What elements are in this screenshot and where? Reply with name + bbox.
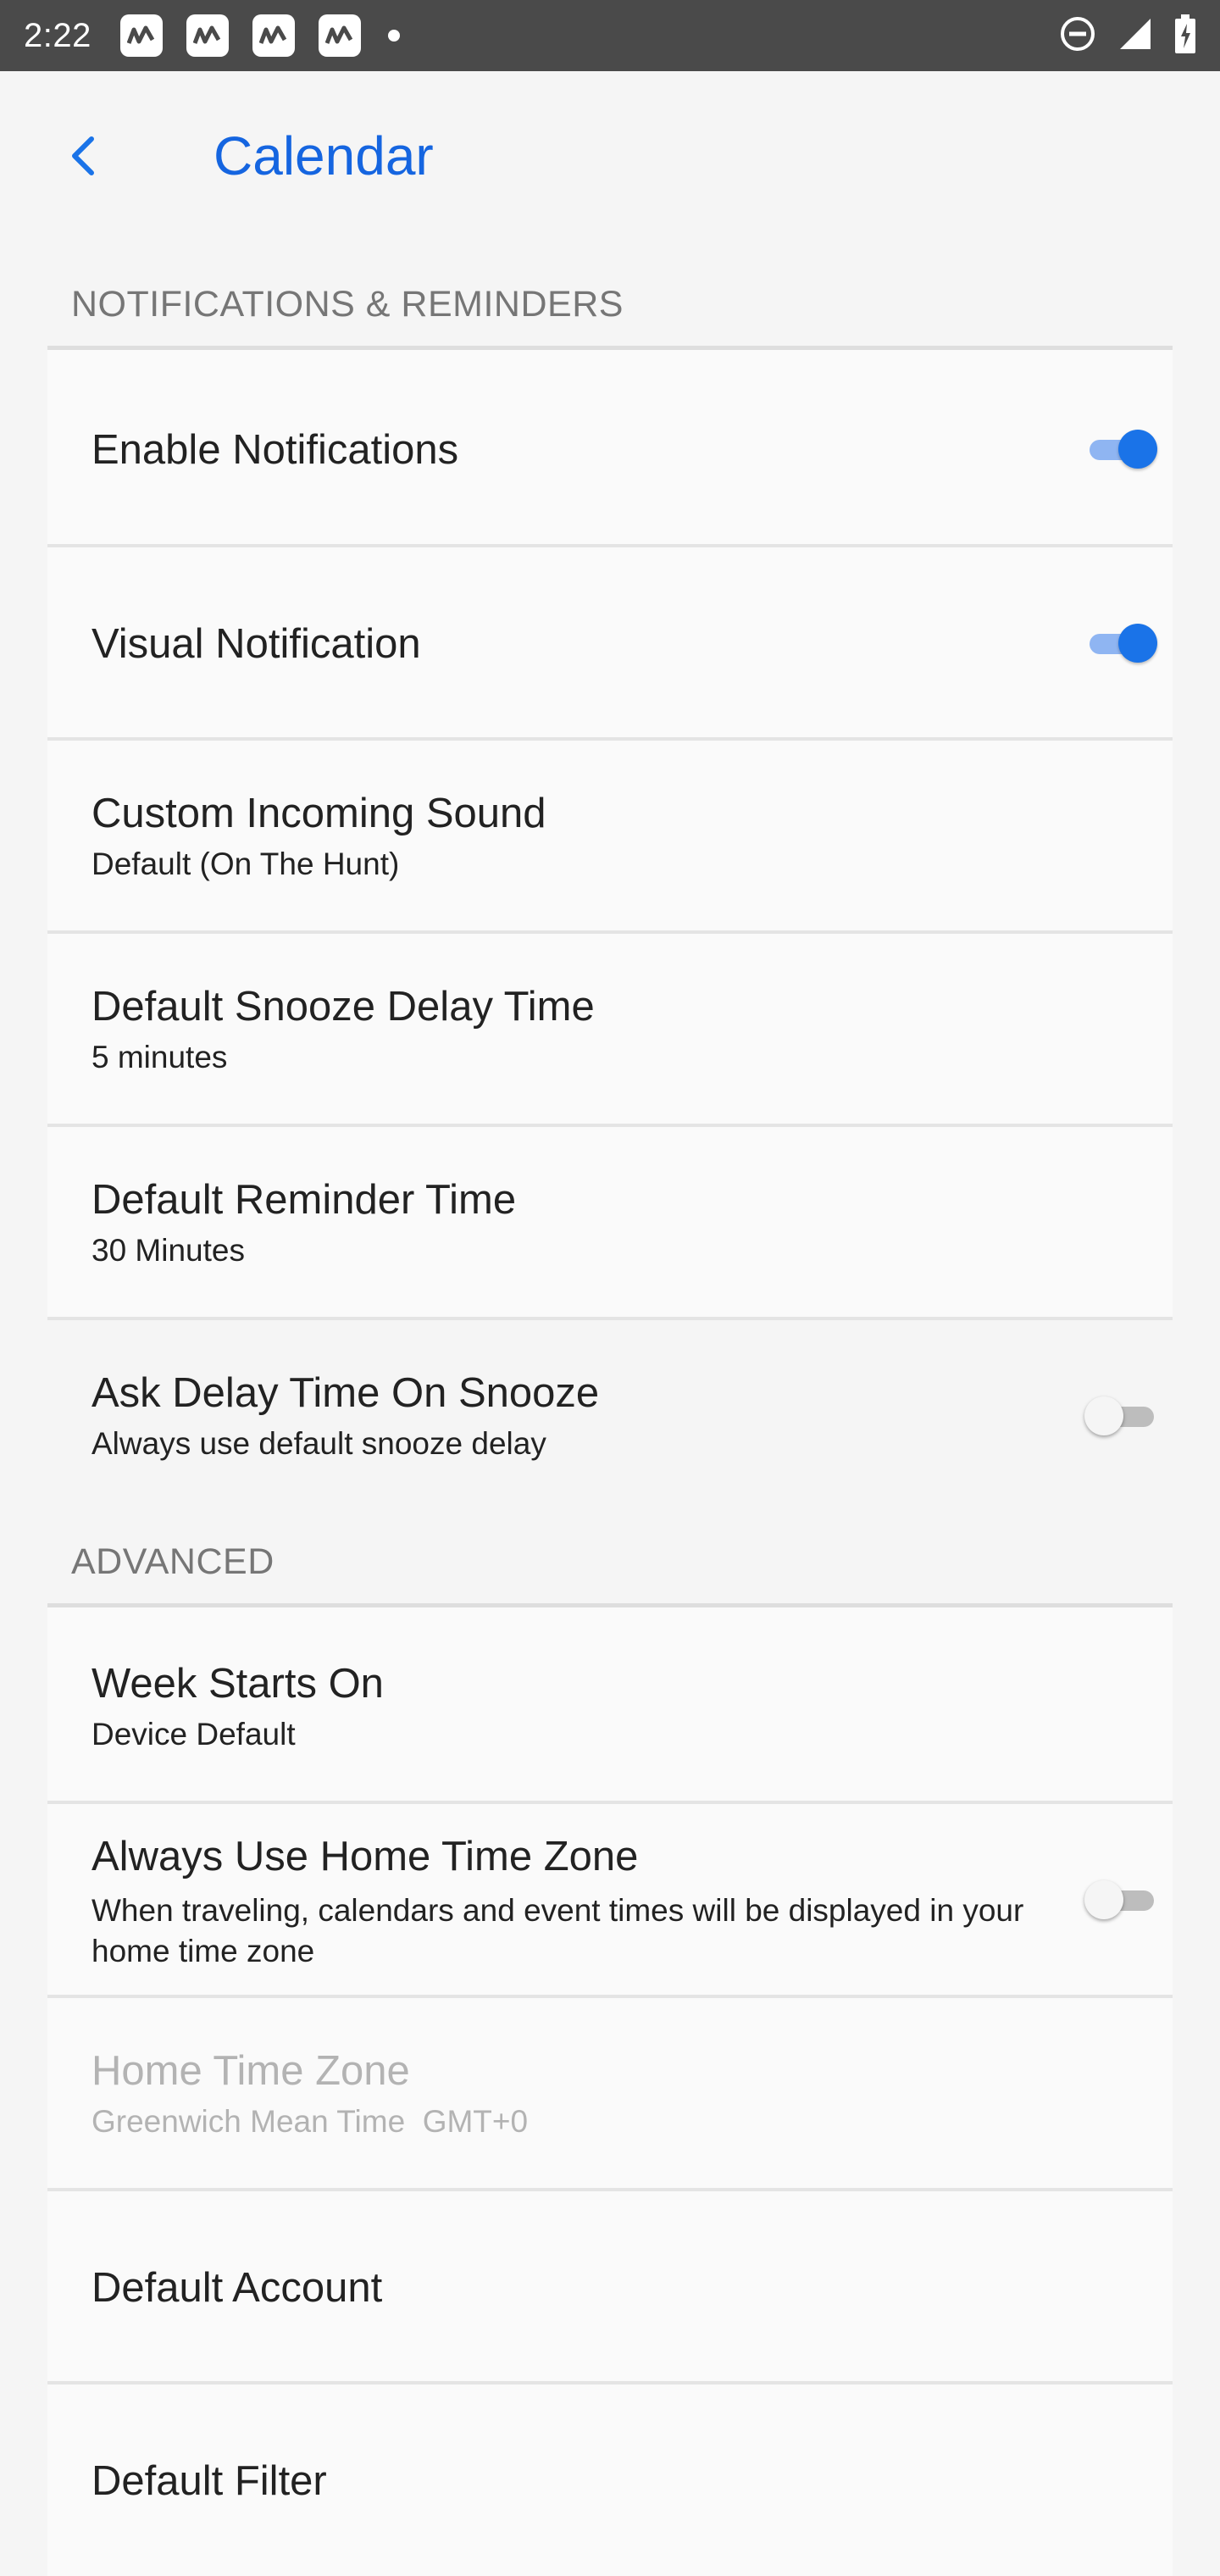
- back-arrow-icon: [72, 136, 94, 175]
- system-icons: [1059, 14, 1196, 58]
- app-bar: Calendar: [0, 71, 1220, 237]
- signal-icon: [1118, 17, 1152, 55]
- setting-label: Custom Incoming Sound: [92, 791, 546, 836]
- status-bar: 2:22: [0, 0, 1220, 71]
- setting-home-time-zone: Home Time Zone Greenwich Mean Time GMT+0: [47, 1998, 1173, 2191]
- setting-summary: 5 minutes: [92, 1040, 228, 1074]
- setting-summary: 30 Minutes: [92, 1233, 245, 1268]
- status-time: 2:22: [24, 17, 92, 54]
- setting-label: Home Time Zone: [92, 2048, 410, 2094]
- notification-icons: [120, 14, 400, 57]
- battery-icon: [1174, 14, 1196, 58]
- back-button[interactable]: [49, 120, 120, 192]
- setting-enable-notifications[interactable]: Enable Notifications: [47, 350, 1173, 547]
- section-header-notifications: NOTIFICATIONS & REMINDERS: [71, 284, 624, 325]
- setting-visual-notification[interactable]: Visual Notification: [47, 547, 1173, 741]
- more-notifications-dot-icon: [388, 30, 400, 42]
- app-notification-icon: [319, 14, 361, 57]
- ask-delay-on-snooze-switch[interactable]: [1084, 1395, 1157, 1437]
- setting-ask-delay-on-snooze[interactable]: Ask Delay Time On Snooze Always use defa…: [47, 1320, 1173, 1503]
- app-notification-icon: [120, 14, 163, 57]
- setting-label: Enable Notifications: [92, 427, 459, 473]
- setting-label: Default Filter: [92, 2458, 327, 2504]
- setting-label: Visual Notification: [92, 621, 421, 667]
- setting-summary: Device Default: [92, 1717, 296, 1752]
- setting-summary: Greenwich Mean Time GMT+0: [92, 2104, 529, 2139]
- setting-default-filter[interactable]: Default Filter: [47, 2384, 1173, 2576]
- section-header-advanced: ADVANCED: [71, 1541, 274, 1582]
- setting-default-reminder-time[interactable]: Default Reminder Time 30 Minutes: [47, 1127, 1173, 1320]
- setting-week-starts-on[interactable]: Week Starts On Device Default: [47, 1607, 1173, 1804]
- setting-custom-incoming-sound[interactable]: Custom Incoming Sound Default (On The Hu…: [47, 741, 1173, 934]
- page-title: Calendar: [214, 125, 434, 186]
- visual-notification-switch[interactable]: [1084, 622, 1157, 664]
- always-use-home-time-zone-switch[interactable]: [1084, 1879, 1157, 1921]
- setting-default-snooze-delay[interactable]: Default Snooze Delay Time 5 minutes: [47, 934, 1173, 1127]
- setting-summary: Always use default snooze delay: [92, 1426, 546, 1461]
- setting-label: Default Snooze Delay Time: [92, 984, 595, 1030]
- app-notification-icon: [252, 14, 295, 57]
- setting-label: Week Starts On: [92, 1661, 384, 1707]
- setting-label: Ask Delay Time On Snooze: [92, 1370, 600, 1416]
- app-notification-icon: [186, 14, 229, 57]
- setting-always-use-home-time-zone[interactable]: Always Use Home Time Zone When traveling…: [47, 1804, 1173, 1998]
- setting-default-account[interactable]: Default Account: [47, 2191, 1173, 2384]
- enable-notifications-switch[interactable]: [1084, 428, 1157, 470]
- setting-label: Default Reminder Time: [92, 1177, 517, 1223]
- setting-label: Always Use Home Time Zone: [92, 1834, 639, 1879]
- setting-summary: When traveling, calendars and event time…: [92, 1893, 1024, 1968]
- do-not-disturb-icon: [1059, 15, 1096, 57]
- setting-label: Default Account: [92, 2265, 383, 2311]
- setting-summary: Default (On The Hunt): [92, 847, 400, 881]
